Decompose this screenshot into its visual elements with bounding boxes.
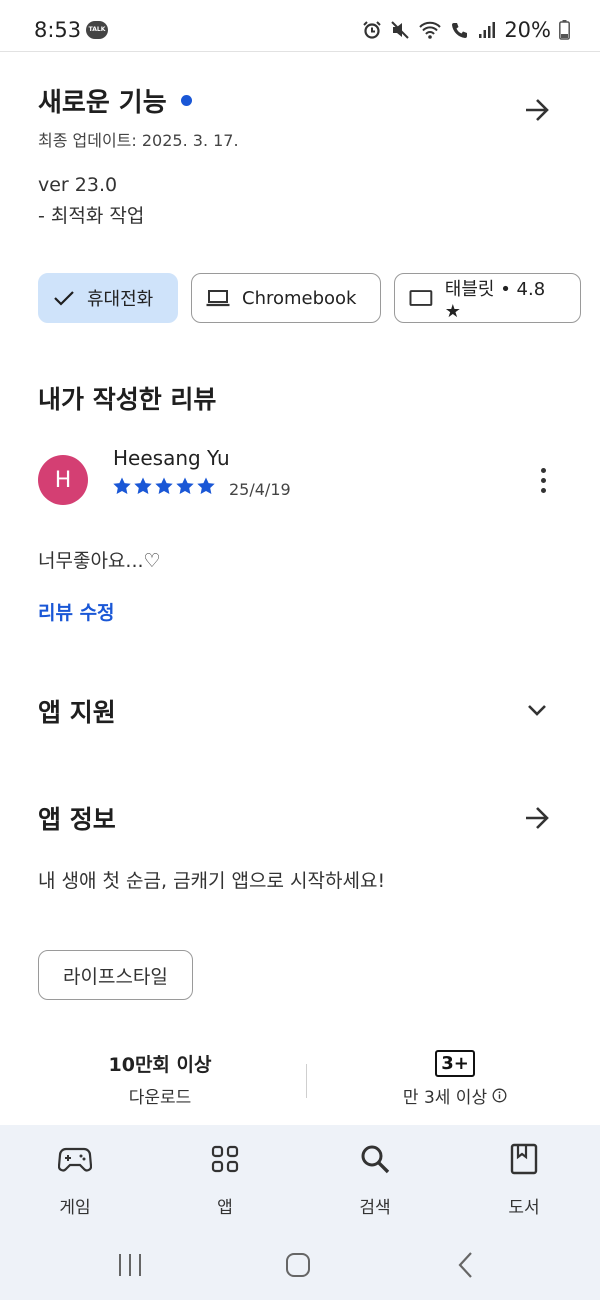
new-indicator-dot [180, 95, 192, 106]
app-support-heading[interactable]: 앱 지원 [38, 693, 116, 729]
edit-review-link[interactable]: 리뷰 수정 [38, 598, 115, 625]
chip-phone[interactable]: 휴대전화 [38, 273, 178, 323]
back-icon [458, 1252, 472, 1278]
device-filter-chips: 휴대전화 Chromebook 태블릿 • 4.8 ★ [38, 273, 581, 323]
chip-tablet-label: 태블릿 • 4.8 ★ [444, 278, 546, 322]
back-button[interactable] [441, 1247, 491, 1283]
nav-apps[interactable]: 앱 [175, 1139, 275, 1218]
content-rating-badge: 3+ [435, 1050, 475, 1077]
nav-search[interactable]: 검색 [325, 1139, 425, 1218]
tablet-icon [409, 290, 433, 306]
apps-grid-icon [211, 1145, 239, 1173]
release-notes: ver 23.0 - 최적화 작업 [38, 170, 144, 232]
nav-games-label: 게임 [59, 1198, 91, 1218]
arrow-right-icon[interactable] [522, 95, 552, 125]
home-icon [286, 1253, 310, 1277]
book-icon [510, 1143, 538, 1175]
status-bar: 8:53 TALK 20% [0, 0, 600, 52]
wifi-call-icon [452, 23, 468, 38]
content-rating-label: 만 3세 이상 [402, 1088, 488, 1108]
arrow-right-icon[interactable] [522, 803, 552, 833]
whats-new-title: 새로운 기능 [38, 88, 167, 118]
wifi-icon [419, 21, 442, 39]
review-date: 25/4/19 [229, 480, 291, 499]
recent-apps-icon [119, 1254, 141, 1276]
nav-books[interactable]: 도서 [474, 1139, 574, 1218]
signal-icon [479, 22, 496, 38]
status-time: 8:53 [34, 18, 82, 42]
stat-divider [306, 1064, 307, 1098]
last-updated: 최종 업데이트: 2025. 3. 17. [38, 131, 239, 150]
star-icon [134, 477, 152, 494]
chevron-down-icon[interactable] [525, 698, 549, 722]
star-rating [112, 476, 216, 496]
app-info-heading[interactable]: 앱 정보 [38, 800, 116, 836]
search-icon [361, 1145, 390, 1174]
battery-icon [559, 20, 570, 40]
nav-games[interactable]: 게임 [25, 1139, 125, 1218]
bottom-navigation: 게임 앱 검색 도서 [0, 1125, 600, 1300]
system-navigation-bar [0, 1247, 600, 1283]
mute-icon [391, 21, 410, 39]
star-icon [197, 477, 215, 494]
chip-phone-label: 휴대전화 [87, 289, 154, 310]
reviewer-name: Heesang Yu [113, 446, 230, 470]
my-review-heading: 내가 작성한 리뷰 [38, 385, 217, 414]
status-icons: 20% [362, 18, 570, 42]
avatar: H [38, 455, 88, 505]
whats-new-section: 새로운 기능 최종 업데이트: 2025. 3. 17. [38, 82, 568, 151]
nav-search-label: 검색 [359, 1198, 391, 1218]
recent-apps-button[interactable] [105, 1247, 155, 1283]
alarm-icon [363, 21, 382, 39]
nav-books-label: 도서 [508, 1198, 540, 1218]
whats-new-heading: 새로운 기능 [38, 82, 568, 119]
nav-apps-label: 앱 [217, 1198, 233, 1218]
star-icon [113, 477, 131, 494]
check-icon [54, 291, 74, 306]
downloads-stat: 10만회 이상 다운로드 [60, 1050, 260, 1108]
kakaotalk-notification-icon: TALK [86, 21, 108, 39]
star-icon [176, 477, 194, 494]
chip-chromebook[interactable]: Chromebook [191, 273, 381, 323]
star-icon [155, 477, 173, 494]
home-button[interactable] [273, 1247, 323, 1283]
gamepad-icon [58, 1147, 92, 1172]
laptop-icon [206, 290, 230, 307]
more-options-icon[interactable] [528, 462, 558, 498]
chip-tablet[interactable]: 태블릿 • 4.8 ★ [394, 273, 581, 323]
info-icon[interactable] [492, 1088, 507, 1103]
content-rating-row: 만 3세 이상 [345, 1083, 565, 1108]
chip-chromebook-label: Chromebook [242, 287, 357, 309]
app-description: 내 생애 첫 순금, 금캐기 앱으로 시작하세요! [38, 870, 386, 892]
version-text: ver 23.0 [38, 174, 118, 196]
downloads-value: 10만회 이상 [108, 1054, 212, 1076]
downloads-label: 다운로드 [128, 1088, 192, 1108]
release-note-text: - 최적화 작업 [38, 205, 145, 227]
battery-percent: 20% [504, 18, 551, 42]
category-tag[interactable]: 라이프스타일 [38, 950, 193, 1000]
content-rating-stat[interactable]: 3+ 만 3세 이상 [345, 1050, 565, 1108]
review-text: 너무좋아요...♡ [38, 550, 161, 572]
